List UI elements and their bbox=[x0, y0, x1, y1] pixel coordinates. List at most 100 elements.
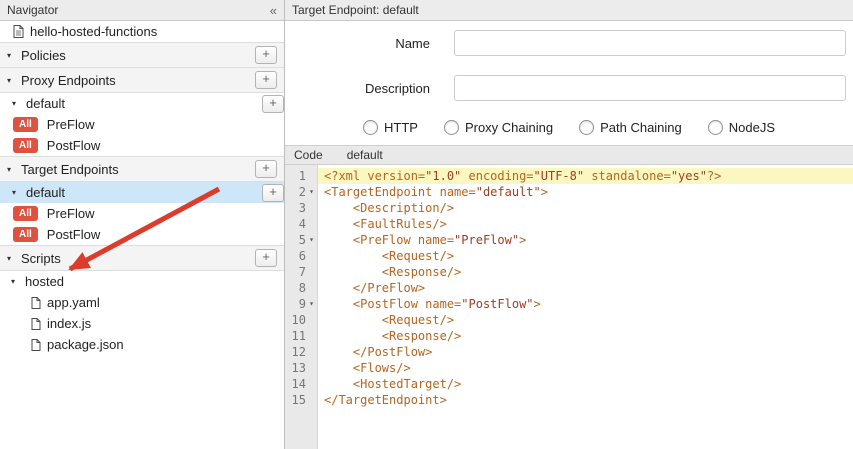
expander-icon[interactable]: ▾ bbox=[11, 277, 25, 286]
code-editor[interactable]: 12▾345▾6789▾101112131415 <?xml version="… bbox=[285, 165, 853, 449]
tree-item-label: hosted bbox=[25, 274, 64, 289]
gutter-row: 15 bbox=[285, 392, 317, 408]
gutter-row: 13 bbox=[285, 360, 317, 376]
navigator-header: Navigator « bbox=[0, 0, 284, 21]
fold-toggle-icon[interactable]: ▾ bbox=[306, 296, 317, 312]
tree-item-target-endpoint-default[interactable]: ▾ default + bbox=[0, 182, 284, 203]
code-line[interactable]: <PostFlow name="PostFlow"> bbox=[318, 296, 853, 312]
expander-icon[interactable]: ▾ bbox=[7, 165, 21, 174]
add-policy-button[interactable]: + bbox=[255, 46, 277, 64]
fold-toggle-icon[interactable]: ▾ bbox=[306, 232, 317, 248]
tree-item-label: app.yaml bbox=[47, 295, 100, 310]
code-line[interactable]: <PreFlow name="PreFlow"> bbox=[318, 232, 853, 248]
line-number: 1 bbox=[285, 168, 306, 184]
section-proxy-endpoints[interactable]: ▾ Proxy Endpoints + bbox=[0, 68, 284, 93]
line-number: 13 bbox=[285, 360, 306, 376]
expander-icon[interactable]: ▾ bbox=[12, 188, 26, 197]
gutter-row: 10 bbox=[285, 312, 317, 328]
expander-icon[interactable]: ▾ bbox=[7, 254, 21, 263]
fold-toggle-icon bbox=[306, 376, 317, 392]
collapse-panel-icon[interactable]: « bbox=[270, 3, 277, 18]
fold-toggle-icon bbox=[306, 328, 317, 344]
gutter-row: 4 bbox=[285, 216, 317, 232]
tree-item-proxy-preflow[interactable]: All PreFlow bbox=[0, 114, 284, 135]
line-number: 2 bbox=[285, 184, 306, 200]
fold-toggle-icon bbox=[306, 216, 317, 232]
code-line[interactable]: <HostedTarget/> bbox=[318, 376, 853, 392]
tree-item-file-package-json[interactable]: package.json bbox=[0, 334, 284, 355]
tree-item-label: index.js bbox=[47, 316, 91, 331]
gutter-row: 5▾ bbox=[285, 232, 317, 248]
description-input[interactable] bbox=[454, 75, 846, 101]
expander-icon[interactable]: ▾ bbox=[12, 99, 26, 108]
name-input[interactable] bbox=[454, 30, 846, 56]
code-line[interactable]: <Description/> bbox=[318, 200, 853, 216]
section-scripts[interactable]: ▾ Scripts + bbox=[0, 245, 284, 271]
gutter-row: 1 bbox=[285, 168, 317, 184]
radio-http[interactable]: HTTP bbox=[363, 120, 418, 135]
code-line[interactable]: <FaultRules/> bbox=[318, 216, 853, 232]
tree-item-proxy-endpoint-default[interactable]: ▾ default + bbox=[0, 93, 284, 114]
tree-item-file-app-yaml[interactable]: app.yaml bbox=[0, 292, 284, 313]
code-gutter: 12▾345▾6789▾101112131415 bbox=[285, 165, 318, 449]
radio-label: Path Chaining bbox=[600, 120, 682, 135]
tree-item-hosted-folder[interactable]: ▾ hosted bbox=[0, 271, 284, 292]
expander-icon[interactable]: ▾ bbox=[7, 76, 21, 85]
endpoint-type-radios: HTTP Proxy Chaining Path Chaining NodeJS bbox=[285, 120, 853, 135]
section-policies[interactable]: ▾ Policies + bbox=[0, 42, 284, 68]
code-line[interactable]: <Response/> bbox=[318, 328, 853, 344]
line-number: 6 bbox=[285, 248, 306, 264]
fold-toggle-icon bbox=[306, 392, 317, 408]
fold-toggle-icon bbox=[306, 264, 317, 280]
line-number: 11 bbox=[285, 328, 306, 344]
line-number: 4 bbox=[285, 216, 306, 232]
detail-header-title: Target Endpoint: default bbox=[292, 3, 419, 17]
tree-item-file-index-js[interactable]: index.js bbox=[0, 313, 284, 334]
code-line[interactable]: <Request/> bbox=[318, 312, 853, 328]
line-number: 12 bbox=[285, 344, 306, 360]
add-target-endpoint-button[interactable]: + bbox=[255, 160, 277, 178]
fold-toggle-icon bbox=[306, 280, 317, 296]
code-line[interactable]: <Request/> bbox=[318, 248, 853, 264]
line-number: 10 bbox=[285, 312, 306, 328]
code-line[interactable]: </TargetEndpoint> bbox=[318, 392, 853, 408]
tree-item-label: PostFlow bbox=[47, 138, 100, 153]
tree-item-target-postflow[interactable]: All PostFlow bbox=[0, 224, 284, 245]
code-line[interactable]: <TargetEndpoint name="default"> bbox=[318, 184, 853, 200]
name-row: Name bbox=[285, 30, 853, 56]
code-line[interactable]: </PostFlow> bbox=[318, 344, 853, 360]
code-line[interactable]: <?xml version="1.0" encoding="UTF-8" sta… bbox=[318, 168, 853, 184]
proxy-file-icon bbox=[13, 25, 24, 38]
radio-label: HTTP bbox=[384, 120, 418, 135]
tree-item-hello-hosted-functions[interactable]: hello-hosted-functions bbox=[0, 21, 284, 42]
section-target-endpoints[interactable]: ▾ Target Endpoints + bbox=[0, 156, 284, 182]
navigator-title: Navigator bbox=[7, 3, 58, 17]
radio-circle-icon bbox=[363, 120, 378, 135]
gutter-row: 6 bbox=[285, 248, 317, 264]
gutter-row: 3 bbox=[285, 200, 317, 216]
code-lines[interactable]: <?xml version="1.0" encoding="UTF-8" sta… bbox=[318, 165, 853, 449]
app-window: Navigator « hello-hosted-functions ▾ Pol… bbox=[0, 0, 853, 449]
code-line[interactable]: <Flows/> bbox=[318, 360, 853, 376]
file-icon bbox=[31, 297, 41, 309]
add-script-button[interactable]: + bbox=[255, 249, 277, 267]
fold-toggle-icon[interactable]: ▾ bbox=[306, 184, 317, 200]
line-number: 5 bbox=[285, 232, 306, 248]
add-proxy-endpoint-button[interactable]: + bbox=[255, 71, 277, 89]
tree-item-target-preflow[interactable]: All PreFlow bbox=[0, 203, 284, 224]
fold-toggle-icon bbox=[306, 312, 317, 328]
line-number: 3 bbox=[285, 200, 306, 216]
radio-nodejs[interactable]: NodeJS bbox=[708, 120, 775, 135]
radio-proxy-chaining[interactable]: Proxy Chaining bbox=[444, 120, 553, 135]
line-number: 14 bbox=[285, 376, 306, 392]
add-flow-button[interactable]: + bbox=[262, 95, 284, 113]
tree-item-label: default bbox=[26, 185, 65, 200]
radio-path-chaining[interactable]: Path Chaining bbox=[579, 120, 682, 135]
tree-item-proxy-postflow[interactable]: All PostFlow bbox=[0, 135, 284, 156]
code-header-label: Code bbox=[294, 148, 323, 162]
expander-icon[interactable]: ▾ bbox=[7, 51, 21, 60]
code-line[interactable]: <Response/> bbox=[318, 264, 853, 280]
add-flow-button[interactable]: + bbox=[262, 184, 284, 202]
code-line[interactable]: </PreFlow> bbox=[318, 280, 853, 296]
flow-condition-badge: All bbox=[13, 206, 38, 221]
